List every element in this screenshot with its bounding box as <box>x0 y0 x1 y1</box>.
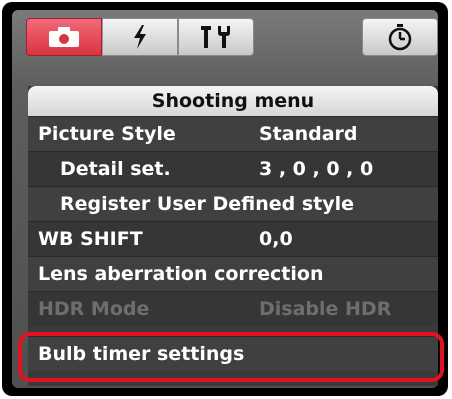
menu-item-detail-set[interactable]: Detail set. 3 , 0 , 0 , 0 <box>28 151 438 186</box>
highlight-frame <box>18 332 444 382</box>
tab-tools[interactable] <box>178 18 254 56</box>
menu-item-picture-style[interactable]: Picture Style Standard <box>28 116 438 151</box>
menu-item-value: 3 , 0 , 0 , 0 <box>259 158 374 180</box>
menu-item-wb-shift[interactable]: WB SHIFT 0,0 <box>28 221 438 256</box>
tab-shooting[interactable] <box>26 18 102 56</box>
menu-item-lens-aberration[interactable]: Lens aberration correction <box>28 256 438 291</box>
menu-item-label: Detail set. <box>60 158 171 180</box>
menu-item-label: HDR Mode <box>38 298 150 320</box>
menu-item-label: WB SHIFT <box>38 228 143 250</box>
menu-item-value: Standard <box>259 123 358 145</box>
menu-item-label: Register User Defined style <box>60 193 355 215</box>
flash-icon <box>131 24 149 50</box>
tab-flash[interactable] <box>102 18 178 56</box>
menu-item-label: Lens aberration correction <box>38 263 324 285</box>
menu-title: Shooting menu <box>28 86 438 116</box>
menu-item-hdr-mode: HDR Mode Disable HDR <box>28 291 438 326</box>
tab-timer[interactable] <box>362 18 438 56</box>
camera-icon <box>47 26 81 48</box>
menu-item-label: Picture Style <box>38 123 176 145</box>
timer-icon <box>387 23 413 51</box>
tools-icon <box>198 24 234 50</box>
menu-item-value: 0,0 <box>259 228 293 250</box>
menu-item-value: Disable HDR <box>259 298 392 320</box>
menu-item-register-user-style[interactable]: Register User Defined style <box>28 186 438 221</box>
